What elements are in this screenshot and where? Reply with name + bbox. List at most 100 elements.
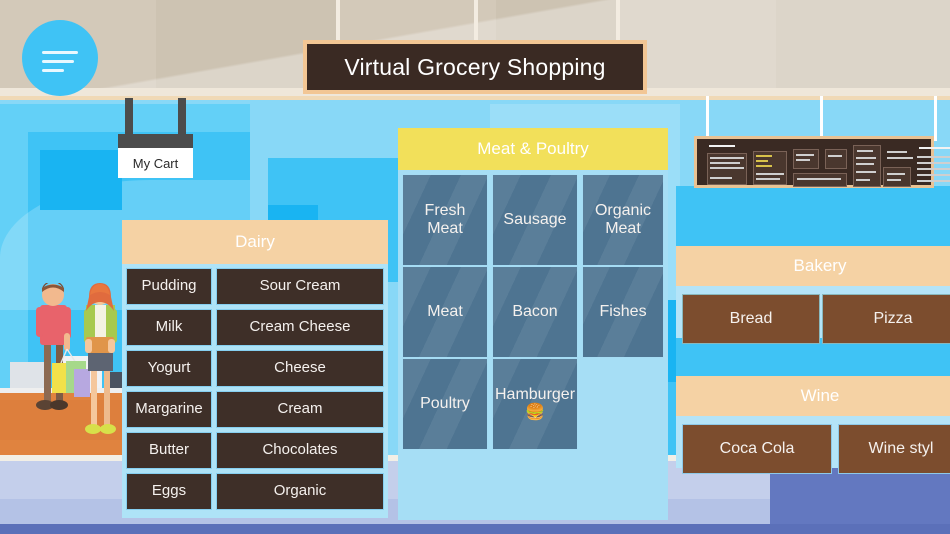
dairy-item-label: Cheese xyxy=(274,359,326,377)
my-cart-label: My Cart xyxy=(132,155,179,171)
wine-item-tile[interactable]: Wine styl xyxy=(838,424,950,474)
bakery-item-tile[interactable]: Bread xyxy=(682,294,820,344)
dairy-item-label: Sour Cream xyxy=(259,277,341,295)
dairy-item-tile[interactable]: Eggs xyxy=(126,473,212,510)
board-line xyxy=(887,151,907,153)
dairy-item-tile[interactable]: Milk xyxy=(126,309,212,346)
bakery-section-header: Bakery xyxy=(676,246,950,286)
board-line xyxy=(887,157,913,159)
sign-bar xyxy=(118,134,193,148)
board-line xyxy=(709,145,735,147)
menu-board xyxy=(694,136,950,188)
board-line xyxy=(710,167,744,169)
board-line xyxy=(856,157,876,159)
dairy-item-tile[interactable]: Sour Cream xyxy=(216,268,384,305)
wine-section-header: Wine xyxy=(676,376,950,416)
board-line xyxy=(917,168,950,170)
meat-item-label: Fishes xyxy=(599,303,647,321)
bakery-item-tile[interactable]: Pizza xyxy=(822,294,950,344)
meat-item-label: Bacon xyxy=(512,303,558,321)
board-line xyxy=(756,165,772,167)
dairy-item-label: Margarine xyxy=(135,400,203,418)
shopper-man xyxy=(36,283,90,410)
board-wire xyxy=(820,96,823,141)
app-scene: My Cart Virtual Grocery Shopping Dairy P… xyxy=(0,0,950,534)
meat-item-tile[interactable]: Sausage xyxy=(492,174,578,266)
hamburger-menu-icon xyxy=(42,69,64,72)
board-line xyxy=(797,178,841,180)
dairy-item-label: Organic xyxy=(273,482,327,500)
sign-pole xyxy=(125,98,133,138)
dairy-item-label: Milk xyxy=(155,318,183,336)
wine-title: Wine xyxy=(800,386,840,405)
board-line xyxy=(917,156,950,158)
meat-item-tile[interactable]: Fresh Meat xyxy=(402,174,488,266)
wine-item-label: Wine styl xyxy=(868,440,934,458)
bakery-item-label: Bread xyxy=(729,310,773,328)
dairy-item-tile[interactable]: Chocolates xyxy=(216,432,384,469)
page-title-text: Virtual Grocery Shopping xyxy=(344,53,606,80)
board-line xyxy=(756,173,784,175)
dairy-section-header: Dairy xyxy=(122,220,388,264)
board-line xyxy=(917,174,950,176)
dairy-item-tile[interactable]: Margarine xyxy=(126,391,212,428)
dairy-item-tile[interactable]: Pudding xyxy=(126,268,212,305)
board-block xyxy=(793,173,847,187)
board-line xyxy=(756,160,768,162)
board-line xyxy=(710,162,740,164)
board-wire xyxy=(934,96,937,141)
meat-item-tile[interactable]: Bacon xyxy=(492,266,578,358)
board-line xyxy=(756,155,772,157)
meat-item-tile[interactable]: Hamburger 🍔 xyxy=(492,358,578,450)
board-line xyxy=(796,154,814,156)
meat-item-tile[interactable]: Poultry xyxy=(402,358,488,450)
meat-item-label: Fresh Meat xyxy=(424,202,466,237)
board-line xyxy=(856,171,876,173)
my-cart-plate[interactable]: My Cart xyxy=(118,148,193,178)
dairy-item-tile[interactable]: Cream Cheese xyxy=(216,309,384,346)
dairy-item-tile[interactable]: Cheese xyxy=(216,350,384,387)
dairy-item-tile[interactable]: Cream xyxy=(216,391,384,428)
sign-pole xyxy=(178,98,186,138)
meat-item-tile[interactable]: Fishes xyxy=(582,266,664,358)
meat-item-label: Organic Meat xyxy=(594,202,652,237)
dairy-item-label: Cream xyxy=(277,400,323,418)
menu-board-wires xyxy=(700,96,950,141)
board-wire xyxy=(706,96,709,141)
wall-panel xyxy=(40,150,122,210)
board-line xyxy=(917,162,950,164)
meat-title: Meat & Poultry xyxy=(477,139,589,158)
shoppers-illustration xyxy=(36,283,117,434)
board-block xyxy=(825,149,847,169)
bakery-title: Bakery xyxy=(793,256,847,275)
board-line xyxy=(856,179,870,181)
meat-item-tile[interactable]: Meat xyxy=(402,266,488,358)
wine-item-label: Coca Cola xyxy=(719,440,795,458)
dairy-title: Dairy xyxy=(235,232,275,251)
meat-item-tile[interactable]: Organic Meat xyxy=(582,174,664,266)
meat-item-label: Hamburger 🍔 xyxy=(494,386,576,421)
dairy-item-tile[interactable]: Yogurt xyxy=(126,350,212,387)
board-line xyxy=(710,177,732,179)
hamburger-menu-icon xyxy=(42,60,74,63)
dairy-item-label: Pudding xyxy=(141,277,197,295)
floor-base xyxy=(0,524,950,534)
board-line xyxy=(919,147,950,149)
board-line xyxy=(887,179,901,181)
dairy-item-tile[interactable]: Butter xyxy=(126,432,212,469)
hamburger-menu-button[interactable] xyxy=(22,20,98,96)
board-line xyxy=(857,150,873,152)
dairy-item-tile[interactable]: Organic xyxy=(216,473,384,510)
board-line xyxy=(856,163,874,165)
meat-item-label: Meat xyxy=(427,303,463,321)
dairy-item-label: Chocolates xyxy=(262,441,338,459)
wall-panel xyxy=(676,186,950,246)
board-line xyxy=(710,157,744,159)
board-line xyxy=(756,178,780,180)
dairy-item-label: Eggs xyxy=(151,482,187,500)
wine-item-tile[interactable]: Coca Cola xyxy=(682,424,832,474)
dairy-item-label: Cream Cheese xyxy=(249,318,351,336)
bakery-item-label: Pizza xyxy=(873,310,913,328)
board-block xyxy=(883,167,911,187)
meat-item-label: Poultry xyxy=(420,395,470,413)
